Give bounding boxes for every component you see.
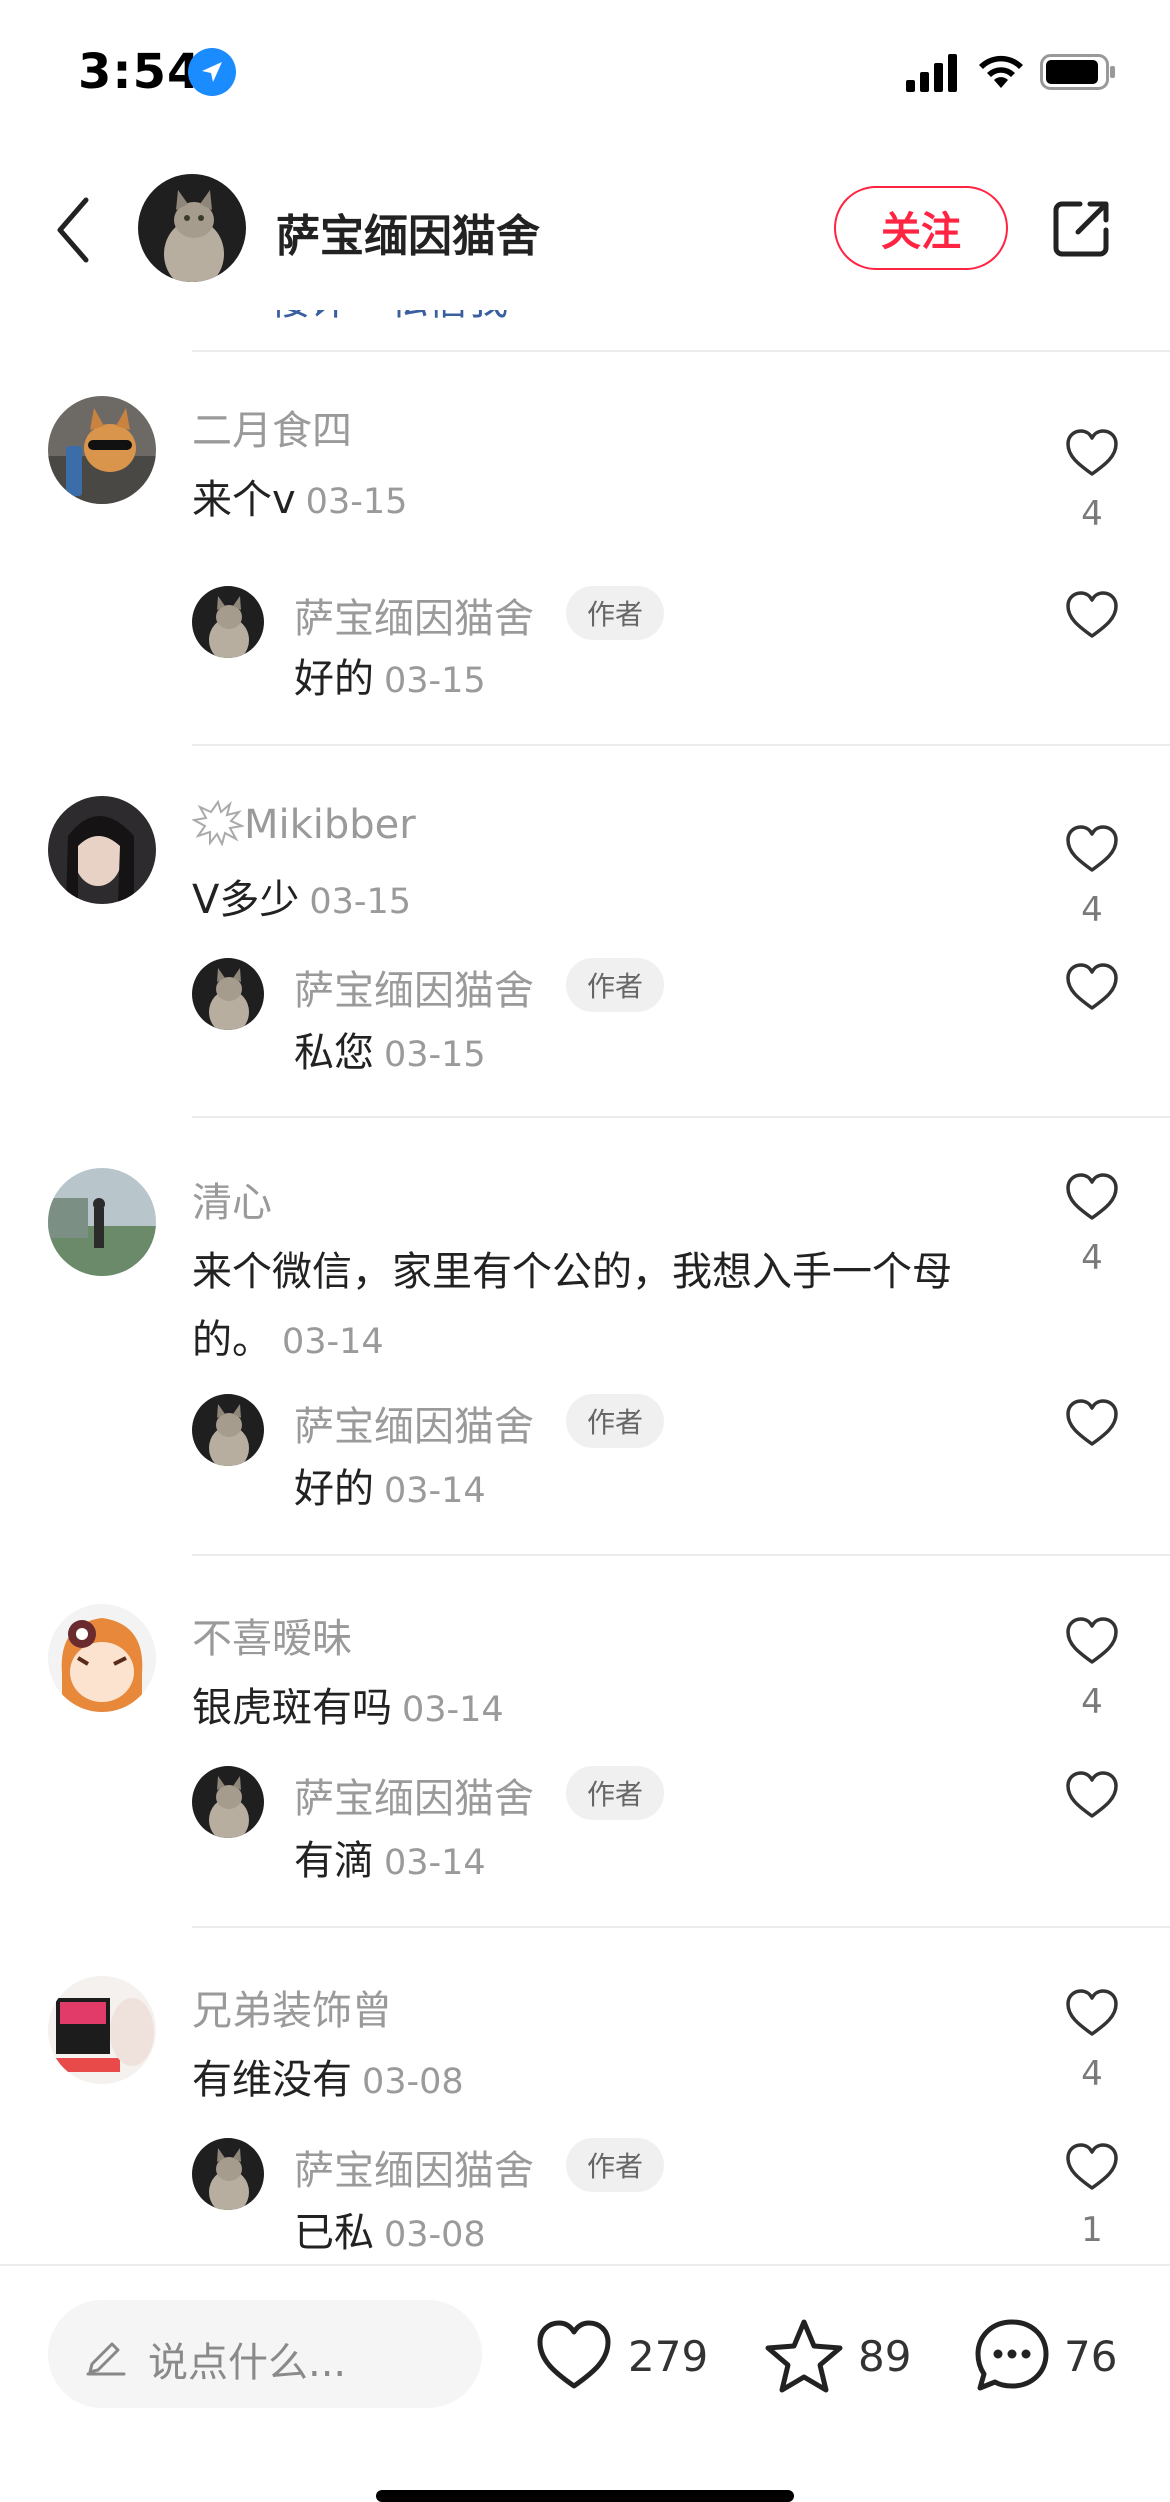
reply-avatar[interactable] <box>192 2138 264 2210</box>
divider <box>192 350 1170 352</box>
reply-date: 03-14 <box>384 1471 486 1511</box>
status-time: 3:54 <box>78 44 202 100</box>
author-name[interactable]: 萨宝缅因猫舍 <box>276 200 540 264</box>
comment-text[interactable]: 来个v 03-15 <box>192 466 1022 536</box>
heart-icon[interactable] <box>1064 962 1120 1012</box>
like-count: 4 <box>1081 890 1103 930</box>
comment-icon[interactable] <box>972 2316 1052 2396</box>
reply-author-name[interactable]: 萨宝缅因猫舍 <box>294 586 534 644</box>
author-badge: 作者 <box>566 1766 664 1820</box>
reply-author-name[interactable]: 萨宝缅因猫舍 <box>294 1766 534 1824</box>
heart-icon[interactable] <box>1064 428 1120 478</box>
comment-text[interactable]: 来个微信，家里有个公的，我想入手一个母的。 03-14 <box>192 1238 1022 1376</box>
star-icon[interactable] <box>764 2316 844 2396</box>
comment-date: 03-14 <box>402 1690 504 1730</box>
heart-icon[interactable] <box>1064 1398 1120 1448</box>
comment-text[interactable]: 有维没有 03-08 <box>192 2046 1022 2116</box>
comment-date: 03-15 <box>309 882 412 922</box>
status-bar: 3:54 <box>0 0 1170 150</box>
reply-text[interactable]: 好的 03-15 <box>294 646 486 704</box>
heart-icon[interactable] <box>1064 590 1120 640</box>
reply-text[interactable]: 有滴 03-14 <box>294 1828 486 1886</box>
signal-icon <box>906 54 957 92</box>
reply-date: 03-14 <box>384 1843 486 1883</box>
commenter-name[interactable]: 不喜暧昧 <box>192 1606 352 1664</box>
bottom-action-bar: 说点什么... 279 89 76 <box>0 2264 1170 2502</box>
reply-date: 03-15 <box>384 1035 486 1075</box>
location-icon <box>188 48 236 96</box>
heart-icon[interactable] <box>1064 1172 1120 1222</box>
reply-avatar[interactable] <box>192 1766 264 1838</box>
comment-date: 03-08 <box>362 2062 464 2102</box>
reply-text[interactable]: 好的 03-14 <box>294 1456 486 1514</box>
follow-button[interactable]: 关注 <box>834 186 1008 270</box>
heart-icon[interactable] <box>534 2316 614 2396</box>
reply-avatar[interactable] <box>192 586 264 658</box>
comment-date: 03-15 <box>305 482 408 522</box>
like-total: 279 <box>628 2332 709 2381</box>
commenter-avatar[interactable] <box>48 1604 156 1712</box>
commenter-name[interactable]: 清心 <box>192 1170 272 1228</box>
burst-icon <box>190 799 246 847</box>
divider <box>192 744 1170 746</box>
reply-author-name[interactable]: 萨宝缅因猫舍 <box>294 1394 534 1452</box>
like-count: 4 <box>1081 2054 1103 2094</box>
battery-icon <box>1040 54 1115 90</box>
like-count: 1 <box>1081 2210 1103 2250</box>
commenter-avatar[interactable] <box>48 1976 156 2084</box>
home-indicator[interactable] <box>376 2490 794 2502</box>
author-badge: 作者 <box>566 958 664 1012</box>
commenter-name[interactable]: 兄弟装饰曾 <box>192 1978 392 2036</box>
comment-input[interactable]: 说点什么... <box>48 2300 482 2408</box>
reply-text[interactable]: 已私 03-08 <box>294 2200 486 2258</box>
reply-date: 03-08 <box>384 2215 486 2255</box>
commenter-name[interactable]: Mikibber <box>190 798 416 848</box>
comment-total: 76 <box>1064 2332 1118 2381</box>
commenter-name[interactable]: 二月食四 <box>192 398 352 456</box>
comment-text[interactable]: 银虎斑有吗 03-14 <box>192 1674 1022 1744</box>
commenter-avatar[interactable] <box>48 396 156 504</box>
author-badge: 作者 <box>566 586 664 640</box>
reply-date: 03-15 <box>384 661 486 701</box>
reply-avatar[interactable] <box>192 958 264 1030</box>
share-icon[interactable] <box>1050 196 1114 260</box>
wifi-icon <box>979 55 1023 88</box>
divider <box>192 1926 1170 1928</box>
pen-icon <box>86 2342 126 2376</box>
author-badge: 作者 <box>566 1394 664 1448</box>
heart-icon[interactable] <box>1064 824 1120 874</box>
divider <box>192 1116 1170 1118</box>
commenter-avatar[interactable] <box>48 796 156 904</box>
reply-text[interactable]: 私您 03-15 <box>294 1020 486 1078</box>
note-header: 萨宝缅因猫舍 关注 <box>0 150 1170 310</box>
reply-avatar[interactable] <box>192 1394 264 1466</box>
heart-icon[interactable] <box>1064 1988 1120 2038</box>
back-icon[interactable] <box>52 194 96 266</box>
like-count: 4 <box>1081 494 1103 534</box>
author-avatar[interactable] <box>138 174 246 282</box>
divider <box>192 1554 1170 1556</box>
heart-icon[interactable] <box>1064 1770 1120 1820</box>
like-count: 4 <box>1081 1238 1103 1278</box>
collect-total: 89 <box>858 2332 912 2381</box>
comment-text[interactable]: V多少 03-15 <box>192 866 1022 936</box>
heart-icon[interactable] <box>1064 2142 1120 2192</box>
like-count: 4 <box>1081 1682 1103 1722</box>
comment-date: 03-14 <box>282 1322 384 1362</box>
comment-input-placeholder: 说点什么... <box>148 2340 347 2386</box>
reply-author-name[interactable]: 萨宝缅因猫舍 <box>294 2138 534 2196</box>
commenter-avatar[interactable] <box>48 1168 156 1276</box>
heart-icon[interactable] <box>1064 1616 1120 1666</box>
author-badge: 作者 <box>566 2138 664 2192</box>
reply-author-name[interactable]: 萨宝缅因猫舍 <box>294 958 534 1016</box>
